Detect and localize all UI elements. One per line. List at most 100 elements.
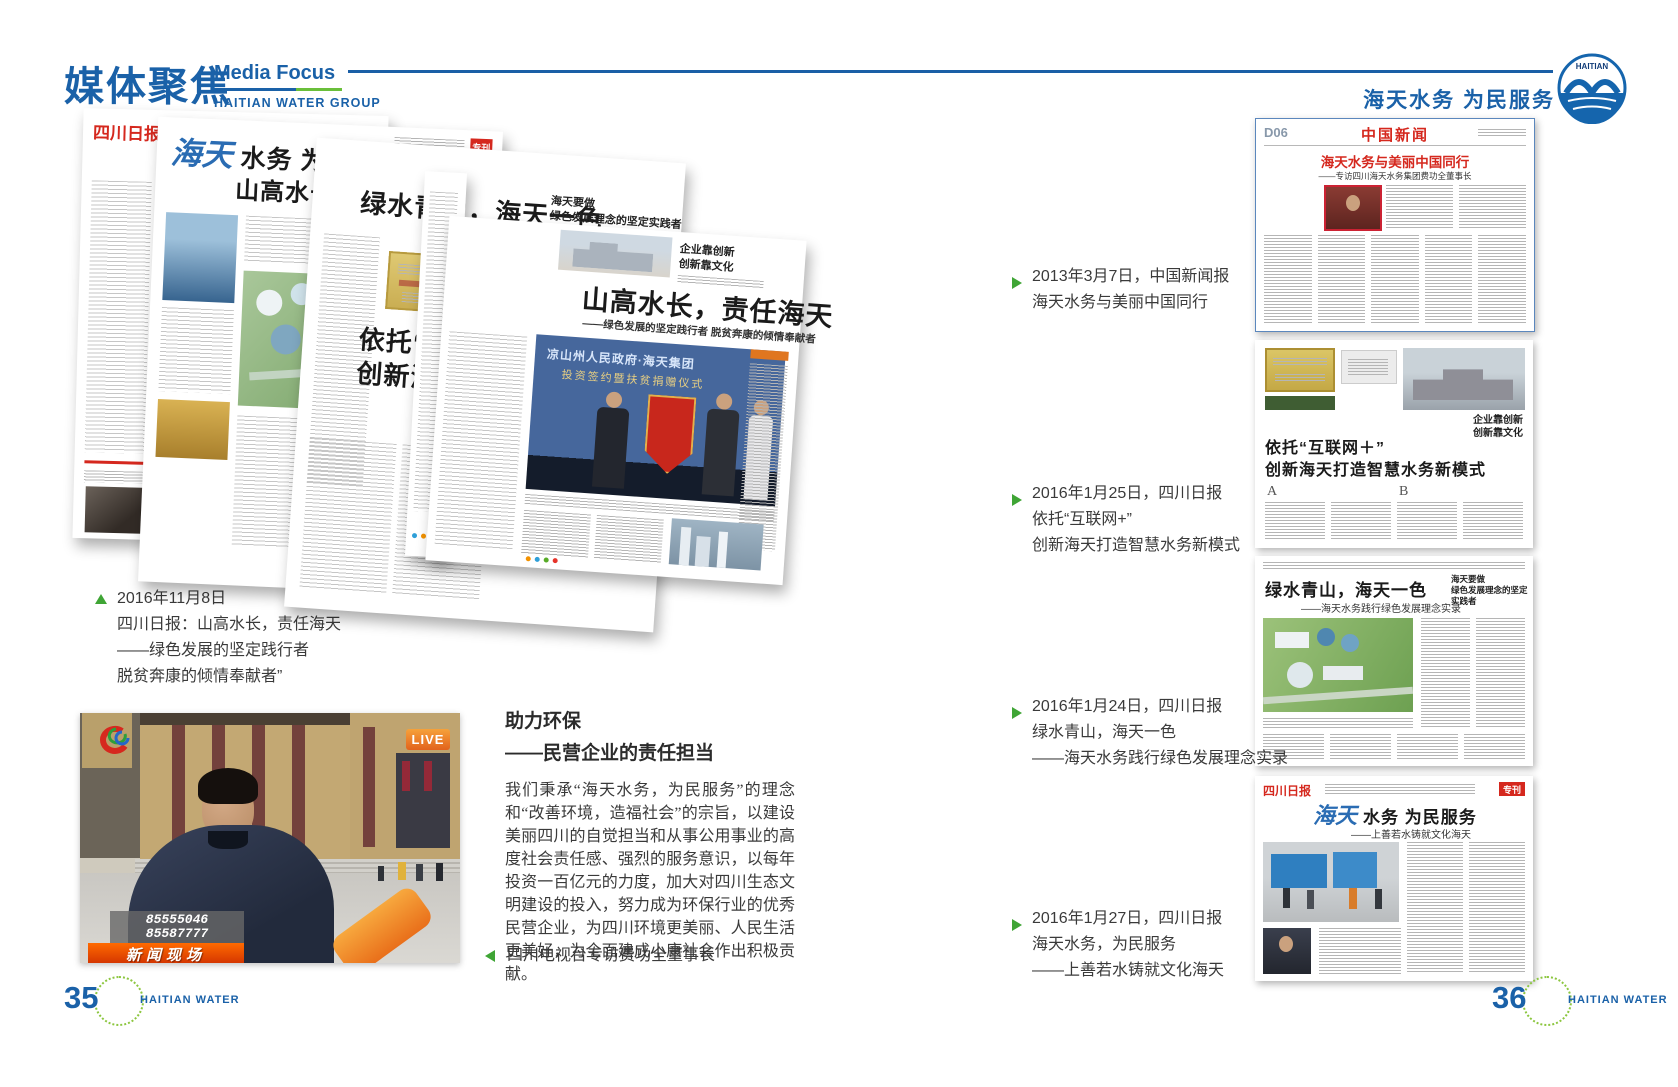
red-pennant bbox=[643, 394, 696, 475]
clip2-marker-a: A bbox=[1267, 484, 1277, 500]
portrait-photo bbox=[85, 486, 148, 534]
clip1-caption: 2013年3月7日，中国新闻报 海天水务与美丽中国同行 bbox=[1032, 264, 1229, 316]
clip2-corner2: 创新靠文化 bbox=[1473, 427, 1523, 440]
clip3-subhead: ——海天水务践行绿色发展理念实录 bbox=[1301, 600, 1461, 615]
fake-text bbox=[1478, 129, 1526, 137]
footer-left-dotted-circle bbox=[94, 976, 144, 1026]
page-number-right: 36 bbox=[1492, 980, 1526, 1016]
clip4-event-photo bbox=[1263, 842, 1399, 922]
tv-caption-marker bbox=[485, 950, 495, 962]
fake-text bbox=[158, 307, 234, 394]
caption-line: 依托“互联网+” bbox=[1032, 507, 1240, 533]
caption-line: 2016年1月27日，四川日报 bbox=[1032, 906, 1224, 932]
fake-text bbox=[1325, 784, 1475, 794]
fake-columns bbox=[1319, 928, 1401, 974]
clip3-side2: 绿色发展理念的坚定实践者 bbox=[1451, 585, 1533, 607]
clip2-gold-plaque bbox=[1265, 348, 1335, 392]
fake-columns bbox=[1421, 618, 1525, 728]
clip3-caption: 2016年1月24日，四川日报 绿水青山，海天一色 ——海天水务践行绿色发展理念… bbox=[1032, 694, 1288, 772]
fake-text bbox=[1263, 562, 1525, 570]
clip1-caption-marker bbox=[1012, 277, 1022, 289]
fake-columns bbox=[1265, 502, 1523, 540]
triangle-up-icon bbox=[95, 594, 107, 604]
clip4-caption: 2016年1月27日，四川日报 海天水务，为民服务 ——上善若水铸就文化海天 bbox=[1032, 906, 1224, 984]
fake-columns bbox=[1263, 734, 1525, 760]
registration-marks bbox=[526, 556, 558, 563]
banner-script: 海天 bbox=[170, 127, 234, 175]
caption-line: 2016年1月24日，四川日报 bbox=[1032, 694, 1288, 720]
fake-columns bbox=[1264, 235, 1526, 323]
phone-number-1: 85555046 bbox=[146, 913, 208, 927]
caption-line: 2013年3月7日，中国新闻报 bbox=[1032, 264, 1229, 290]
sctv-logo-icon bbox=[92, 725, 144, 764]
fake-columns bbox=[1386, 185, 1526, 229]
collage-caption-marker bbox=[95, 594, 107, 604]
clip2-small-plaque bbox=[1341, 350, 1397, 384]
caption-line: ——海天水务践行绿色发展理念实录 bbox=[1032, 746, 1288, 772]
interviewee-hair bbox=[198, 768, 258, 804]
header-rule-blue bbox=[214, 88, 296, 91]
clip2-marker-b: B bbox=[1399, 484, 1408, 500]
clip3-headline: 绿水青山，海天一色 bbox=[1265, 576, 1427, 601]
article-title-2: ——民营企业的责任担当 bbox=[505, 738, 795, 765]
clip2-building-photo bbox=[1403, 348, 1525, 410]
tv-caption: 四川电视台专访费功全董事长 bbox=[507, 943, 715, 969]
page-title-en: Media Focus bbox=[214, 62, 335, 85]
caption-line: 四川日报：山高水长，责任海天 bbox=[117, 612, 341, 638]
caption-line: 脱贫奔康的倾情奉献者” bbox=[117, 664, 341, 690]
page-title: 媒体聚焦 bbox=[64, 54, 232, 112]
clip4-masthead: 四川日报 bbox=[1263, 782, 1311, 799]
photo-building bbox=[162, 212, 238, 303]
clip3-side1: 海天要做 bbox=[1451, 574, 1533, 585]
clip4-edition-tag: 专刊 bbox=[1499, 782, 1525, 796]
clip1-headline: 海天水务与美丽中国同行 bbox=[1256, 151, 1534, 171]
triangle-right-icon bbox=[1012, 919, 1022, 931]
page-number-left: 35 bbox=[64, 980, 98, 1016]
brochure-spread: 媒体聚焦 Media Focus HAITIAN WATER GROUP 海天水… bbox=[0, 0, 1678, 1087]
photo-hq-building bbox=[558, 230, 673, 278]
footer-right-label: HAITIAN WATER bbox=[1568, 994, 1668, 1006]
news-banner: 新闻现场 bbox=[88, 943, 244, 963]
clip-culture: 四川日报 专刊 海天 水务 为民服务 ——上善若水铸就文化海天 bbox=[1255, 776, 1533, 981]
photo-city bbox=[669, 518, 764, 570]
footer-right-dotted-circle bbox=[1522, 976, 1572, 1026]
collage-masthead: 四川日报 bbox=[93, 118, 162, 145]
triangle-right-icon bbox=[1012, 707, 1022, 719]
header-group-name: HAITIAN WATER GROUP bbox=[214, 96, 381, 110]
header-rule-green bbox=[296, 88, 342, 91]
caption-line: 绿水青山，海天一色 bbox=[1032, 720, 1288, 746]
triangle-right-icon bbox=[1012, 494, 1022, 506]
haitian-logo-icon: HAITIAN bbox=[1556, 52, 1628, 124]
clip2-corner1: 企业靠创新 bbox=[1473, 414, 1523, 427]
fake-columns bbox=[521, 510, 664, 564]
triangle-right-icon bbox=[1012, 277, 1022, 289]
phone-number-2: 85587777 bbox=[146, 927, 208, 941]
clip-china-news: D06 中国新闻 海天水务与美丽中国同行 ——专访四川海天水务集团费功全董事长 bbox=[1255, 118, 1535, 332]
caption-line: ——上善若水铸就文化海天 bbox=[1032, 958, 1224, 984]
clip1-portrait bbox=[1324, 185, 1382, 231]
caption-line: 海天水务，为民服务 bbox=[1032, 932, 1224, 958]
clip2-green-strip bbox=[1265, 396, 1335, 410]
collage-paper-front: 企业靠创新 创新靠文化 山高水长，责任海天 ——绿色发展的坚定践行者 脱贫奔康的… bbox=[425, 216, 806, 585]
clip2-caption: 2016年1月25日，四川日报 依托“互联网+” 创新海天打造智慧水务新模式 bbox=[1032, 481, 1240, 559]
clip3-caption-marker bbox=[1012, 707, 1022, 719]
clip4-portrait bbox=[1263, 928, 1311, 974]
header-long-rule bbox=[348, 70, 1553, 73]
caption-line: 2016年1月25日，四川日报 bbox=[1032, 481, 1240, 507]
divider bbox=[1264, 145, 1526, 146]
header-slogan: 海天水务 为民服务 bbox=[1310, 84, 1555, 114]
fake-columns bbox=[1407, 842, 1525, 974]
clip2-caption-marker bbox=[1012, 494, 1022, 506]
caption-line: ——绿色发展的坚定践行者 bbox=[117, 638, 341, 664]
triangle-left-icon bbox=[485, 950, 495, 962]
clip-green-mountains: 绿水青山，海天一色 海天要做 绿色发展理念的坚定实践者 ——海天水务践行绿色发展… bbox=[1255, 556, 1533, 766]
fake-text bbox=[434, 331, 527, 551]
footer-left-label: HAITIAN WATER bbox=[140, 994, 240, 1006]
clip1-subhead: ——专访四川海天水务集团费功全董事长 bbox=[1256, 170, 1534, 182]
clip4-subhead: ——上善若水铸就文化海天 bbox=[1351, 826, 1471, 841]
caption-line: 创新海天打造智慧水务新模式 bbox=[1032, 533, 1240, 559]
article-title-1: 助力环保 bbox=[505, 706, 795, 733]
caption-line: 海天水务与美丽中国同行 bbox=[1032, 290, 1229, 316]
photo-field bbox=[155, 399, 229, 460]
hotline-numbers: 85555046 85587777 bbox=[110, 911, 244, 943]
